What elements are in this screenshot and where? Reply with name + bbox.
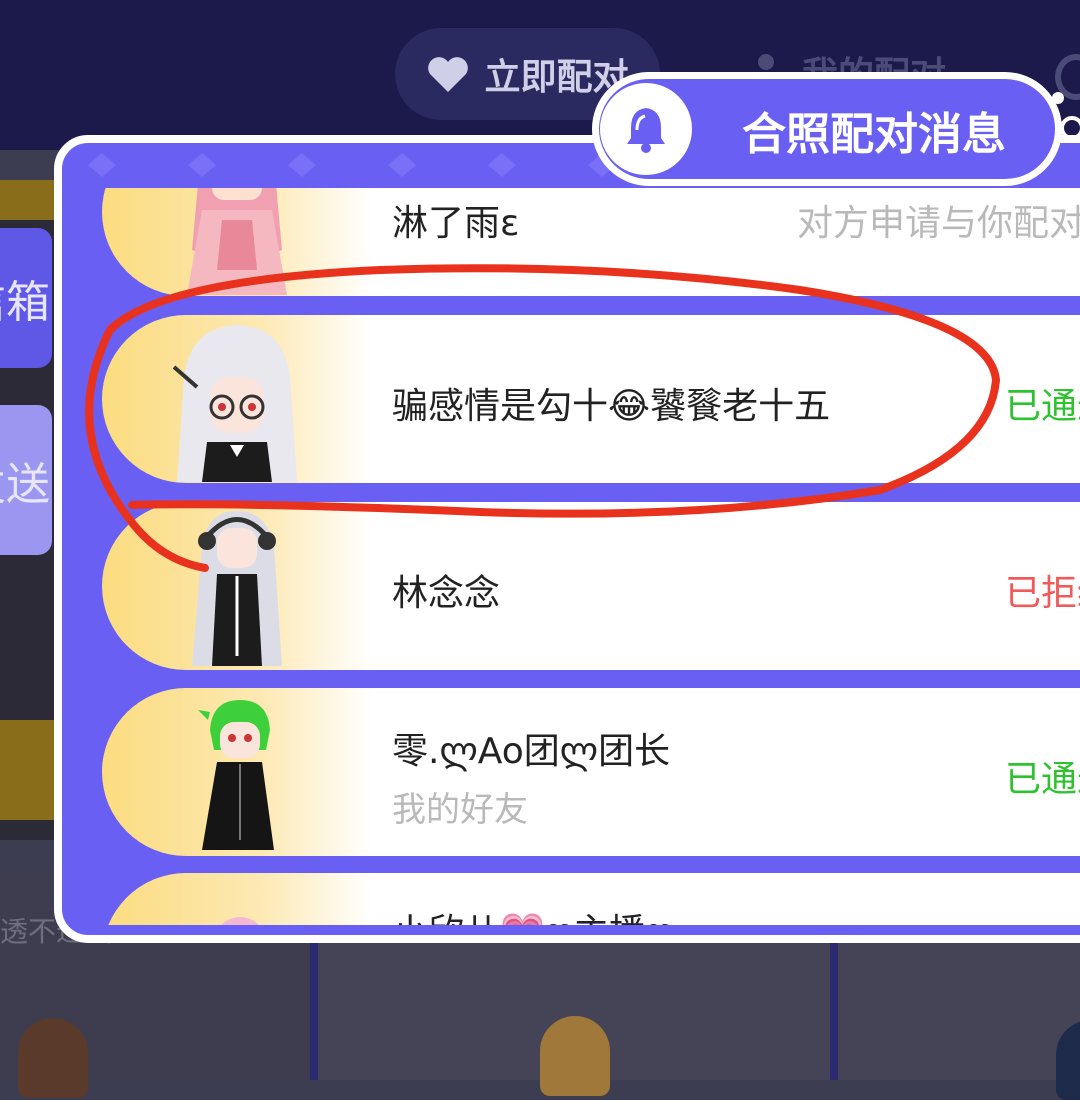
list-item-status: 已拒绝 bbox=[1005, 573, 1080, 614]
match-messages-modal: 淋了雨ε 对方申请与你配对 骗感情是勾十😂饕餮老十五 已通过 bbox=[54, 135, 1080, 943]
list-item-name: 淋了雨ε bbox=[392, 203, 520, 244]
list-item-name: 零.ლAo团ლ团长 bbox=[392, 731, 671, 772]
avatar bbox=[162, 913, 312, 925]
background-banner bbox=[0, 720, 60, 820]
list-item-status: 已通过 bbox=[1005, 759, 1080, 800]
list-item-status: 已通过 bbox=[1005, 386, 1080, 427]
list-item-subtitle: 我的好友 bbox=[392, 790, 528, 830]
avatar bbox=[540, 1016, 610, 1096]
list-item[interactable]: 骗感情是勾十😂饕餮老十五 已通过 bbox=[102, 315, 1080, 483]
avatar bbox=[162, 317, 312, 482]
sparkle-icon bbox=[1052, 92, 1064, 104]
heart-icon bbox=[428, 57, 469, 92]
list-item[interactable]: 林念念 已拒绝 bbox=[102, 502, 1080, 670]
list-item-name: 骗感情是勾十😂饕餮老十五 bbox=[392, 386, 831, 427]
list-item[interactable]: 零.ლAo团ლ团长 我的好友 已通过 bbox=[102, 688, 1080, 856]
list-item[interactable]: 淋了雨ε 对方申请与你配对 bbox=[102, 188, 1080, 296]
bell-icon bbox=[627, 108, 665, 153]
avatar bbox=[162, 690, 312, 855]
mailbox-label: 信箱 bbox=[0, 277, 50, 328]
mailbox-button[interactable]: 信箱 bbox=[0, 228, 52, 368]
list-item[interactable]: 小欣儿💗ღ主播ღ bbox=[102, 873, 1080, 925]
avatar bbox=[18, 1018, 88, 1098]
list-item-status: 对方申请与你配对 bbox=[797, 203, 1080, 244]
send-label: 发送 bbox=[0, 459, 50, 510]
list-item-name: 小欣儿💗ღ主播ღ bbox=[392, 903, 673, 925]
modal-title: 合照配对消息 bbox=[742, 109, 1006, 160]
avatar bbox=[162, 188, 312, 295]
list-item-name: 林念念 bbox=[392, 573, 501, 614]
background-card-3 bbox=[830, 940, 1080, 1080]
sparkle-icon bbox=[1060, 116, 1080, 140]
bell-button[interactable] bbox=[600, 83, 692, 175]
match-message-list[interactable]: 淋了雨ε 对方申请与你配对 骗感情是勾十😂饕餮老十五 已通过 bbox=[102, 188, 1080, 925]
avatar bbox=[162, 506, 312, 671]
send-button[interactable]: 发送 bbox=[0, 405, 52, 555]
